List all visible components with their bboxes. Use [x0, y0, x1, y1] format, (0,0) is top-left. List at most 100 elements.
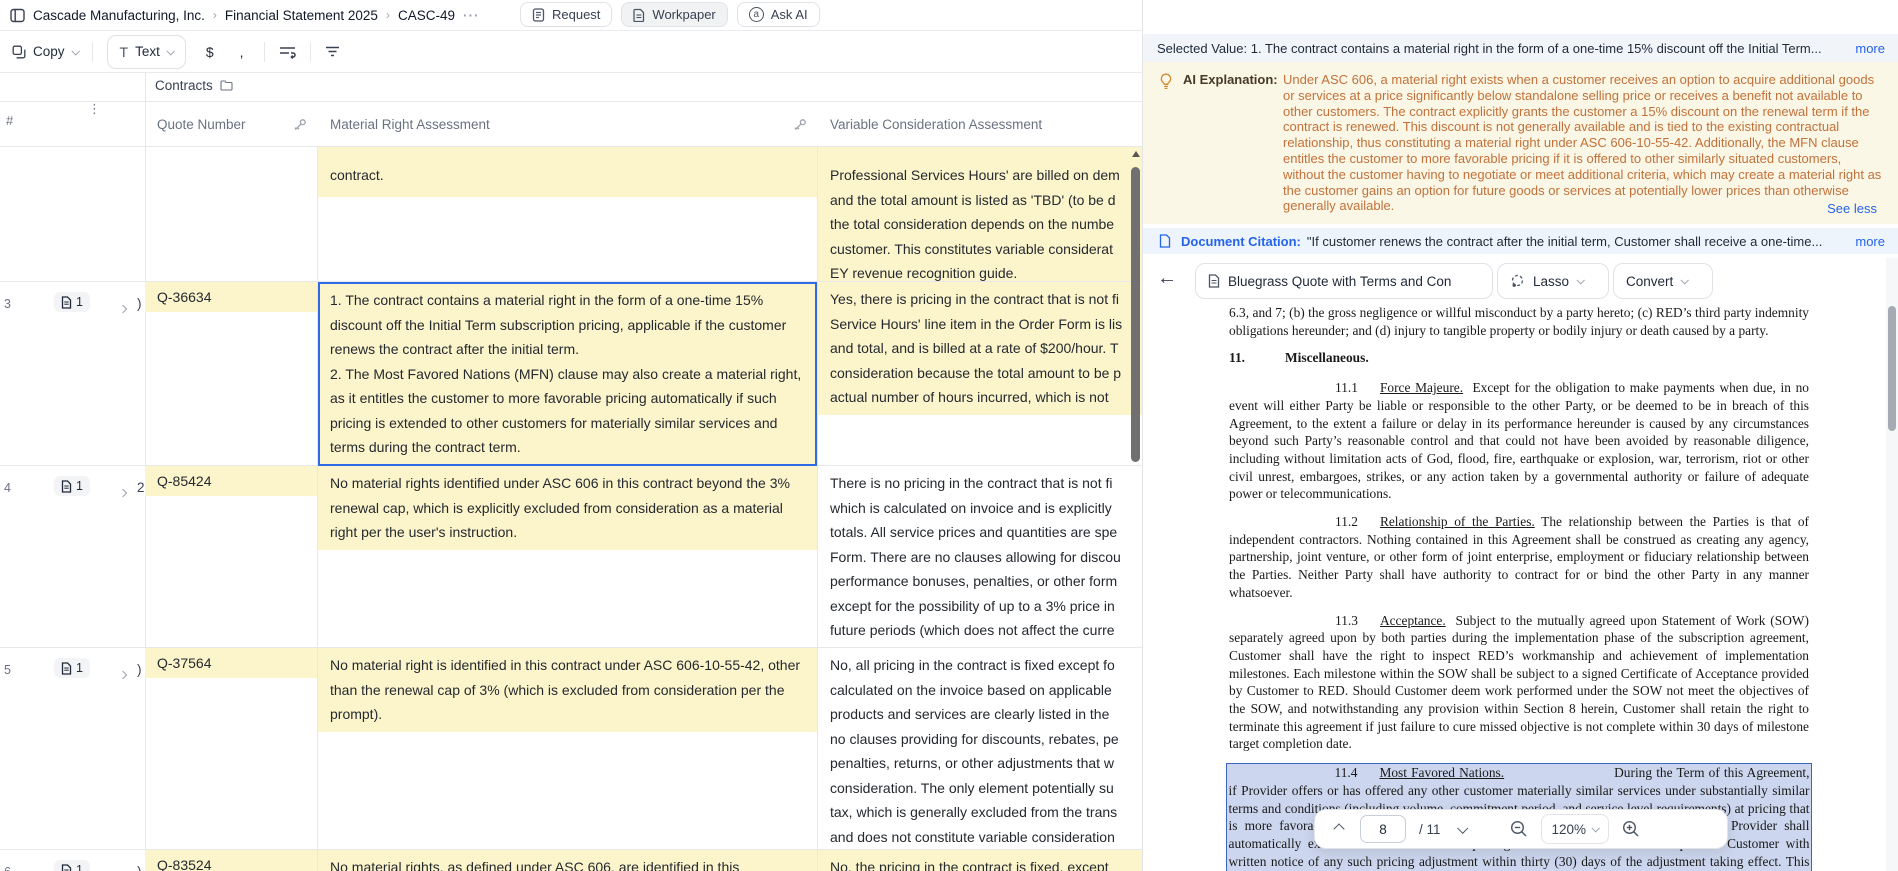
cell-value: 1. The contract contains a material righ…: [318, 282, 817, 466]
see-less-link[interactable]: See less: [1827, 201, 1877, 216]
request-icon: [532, 7, 545, 22]
breadcrumb-app[interactable]: Cascade Manufacturing, Inc.: [33, 8, 205, 23]
selected-value-label: Selected Value:: [1157, 40, 1248, 56]
breadcrumb-workpaper-id[interactable]: CASC-49: [398, 8, 455, 23]
zoom-out-button[interactable]: [1510, 820, 1528, 838]
pdf-paragraph: 6.3, and 7; (b) the gross negligence or …: [1229, 305, 1809, 338]
cell-value: No, the pricing in the contract is fixed…: [818, 850, 1142, 871]
variable-consideration-cell[interactable]: Yes, there is pricing in the contract th…: [818, 282, 1142, 465]
document-count-chip[interactable]: 1: [54, 658, 90, 678]
workpaper-icon: [633, 8, 645, 22]
quote-cell[interactable]: Q-83524: [145, 850, 318, 871]
cell-value: Q-37564: [145, 648, 317, 678]
pdf-scrollbar[interactable]: [1886, 258, 1898, 871]
scroll-up-arrow[interactable]: [1132, 151, 1140, 157]
convert-button[interactable]: Convert: [1613, 263, 1713, 299]
table-row: contract. Professional Services Hours' a…: [0, 147, 1142, 282]
text-icon: T: [119, 43, 129, 60]
column-header-variable-consideration[interactable]: Variable Consideration Assessment: [818, 102, 1142, 146]
formatting-toolbar: Copy T Text $ ,: [0, 30, 1142, 72]
variable-consideration-cell[interactable]: There is no pricing in the contract that…: [818, 466, 1142, 647]
document-count-chip[interactable]: 1: [54, 476, 90, 496]
document-citation-text: "If customer renews the contract after t…: [1306, 233, 1823, 249]
column-header-material-right[interactable]: Material Right Assessment: [318, 102, 818, 146]
quote-cell[interactable]: Q-37564: [145, 648, 318, 849]
cell-value: Q-83524: [145, 850, 317, 871]
chevron-down-icon: [1576, 276, 1585, 285]
wrap-text-button[interactable]: [279, 45, 296, 59]
document-count-chip[interactable]: 1: [54, 860, 90, 871]
group-title-contracts[interactable]: Contracts: [155, 78, 233, 93]
copy-label: Copy: [33, 44, 65, 59]
currency-format-button[interactable]: $: [200, 44, 220, 60]
toolbar-divider: [263, 41, 265, 62]
table-scrollbar[interactable]: [1129, 147, 1142, 871]
row-gutter: 6 1: [0, 860, 145, 871]
wrap-icon: [279, 46, 296, 59]
ask-ai-button[interactable]: a Ask AI: [736, 2, 820, 27]
material-right-cell[interactable]: No material right is identified in this …: [318, 648, 818, 849]
document-count-chip[interactable]: 1: [54, 292, 90, 312]
group-title-label: Contracts: [155, 78, 213, 93]
doc-icon: [61, 295, 72, 309]
workpaper-label: Workpaper: [652, 7, 716, 22]
convert-label: Convert: [1626, 273, 1674, 289]
next-page-button[interactable]: [1454, 821, 1470, 837]
zoom-level-dropdown[interactable]: 120%: [1540, 814, 1610, 844]
material-right-cell[interactable]: No material rights identified under ASC …: [318, 466, 818, 647]
citation-more-link[interactable]: more: [1855, 234, 1885, 249]
material-right-cell[interactable]: contract.: [318, 147, 818, 281]
clipped-column-text: 2: [137, 480, 145, 495]
breadcrumb-overflow-menu[interactable]: ···: [463, 8, 480, 23]
row-number: 6: [4, 865, 11, 871]
copy-button[interactable]: Copy: [12, 44, 80, 59]
selected-value-more-link[interactable]: more: [1855, 41, 1885, 56]
ai-explanation-label: AI Explanation:: [1183, 72, 1278, 87]
request-button[interactable]: Request: [520, 2, 613, 27]
expand-row-chevron[interactable]: [120, 867, 126, 871]
material-right-cell[interactable]: No material rights, as defined under ASC…: [318, 850, 818, 871]
zoom-in-button[interactable]: [1622, 820, 1640, 838]
cell-value: No material rights identified under ASC …: [318, 466, 817, 550]
chevron-down-icon: [166, 46, 175, 56]
page-number-input[interactable]: 8: [1360, 815, 1406, 843]
previous-page-button[interactable]: [1331, 821, 1347, 837]
material-right-cell-selected[interactable]: 1. The contract contains a material righ…: [318, 282, 818, 466]
selected-value-text: Selected Value: 1. The contract contains…: [1157, 40, 1822, 56]
window-icon: [10, 8, 25, 22]
document-citation-label: Document Citation:: [1181, 233, 1301, 249]
ai-explanation-text: Under ASC 606, a material right exists w…: [1283, 72, 1882, 214]
pdf-paragraph-11-3: 11.3 Acceptance. Subject to the mutually …: [1229, 612, 1809, 752]
variable-consideration-cell[interactable]: No, the pricing in the contract is fixed…: [818, 850, 1142, 871]
variable-consideration-cell[interactable]: Professional Services Hours' are billed …: [818, 147, 1142, 281]
table-row: 3 1 ) Q-36634 1. The contract contains a…: [0, 282, 1142, 466]
zoom-level-value: 120%: [1551, 821, 1587, 837]
citation-doc-icon: [1159, 234, 1171, 248]
variable-consideration-cell[interactable]: No, all pricing in the contract is fixed…: [818, 648, 1142, 849]
text-style-dropdown[interactable]: T Text: [106, 34, 186, 69]
expand-row-chevron[interactable]: [118, 483, 128, 501]
file-name-chip[interactable]: Bluegrass Quote with Terms and Con: [1195, 263, 1493, 299]
quote-cell[interactable]: [145, 147, 318, 281]
comma-format-button[interactable]: ,: [234, 44, 250, 60]
filter-button[interactable]: [325, 45, 340, 58]
copy-icon: [12, 45, 26, 58]
clipped-column-text: ): [137, 662, 142, 677]
expand-row-chevron[interactable]: [118, 665, 128, 683]
scrollbar-thumb[interactable]: [1888, 306, 1896, 431]
doc-icon: [1208, 274, 1220, 288]
cell-value: Yes, there is pricing in the contract th…: [818, 282, 1142, 415]
quote-cell[interactable]: Q-36634: [145, 282, 318, 465]
workpaper-button[interactable]: Workpaper: [621, 2, 728, 27]
row-gutter: 5 1: [0, 658, 145, 684]
toolbar-divider: [91, 41, 93, 62]
quote-cell[interactable]: Q-85424: [145, 466, 318, 647]
key-icon[interactable]: [793, 118, 807, 132]
lasso-tool-button[interactable]: Lasso: [1497, 263, 1609, 299]
key-icon[interactable]: [293, 118, 307, 132]
scrollbar-thumb[interactable]: [1131, 167, 1140, 462]
expand-row-chevron[interactable]: [118, 299, 128, 317]
breadcrumb-statement[interactable]: Financial Statement 2025: [225, 8, 378, 23]
chevron-down-icon: [1591, 824, 1600, 833]
back-arrow-button[interactable]: ←: [1157, 267, 1177, 290]
